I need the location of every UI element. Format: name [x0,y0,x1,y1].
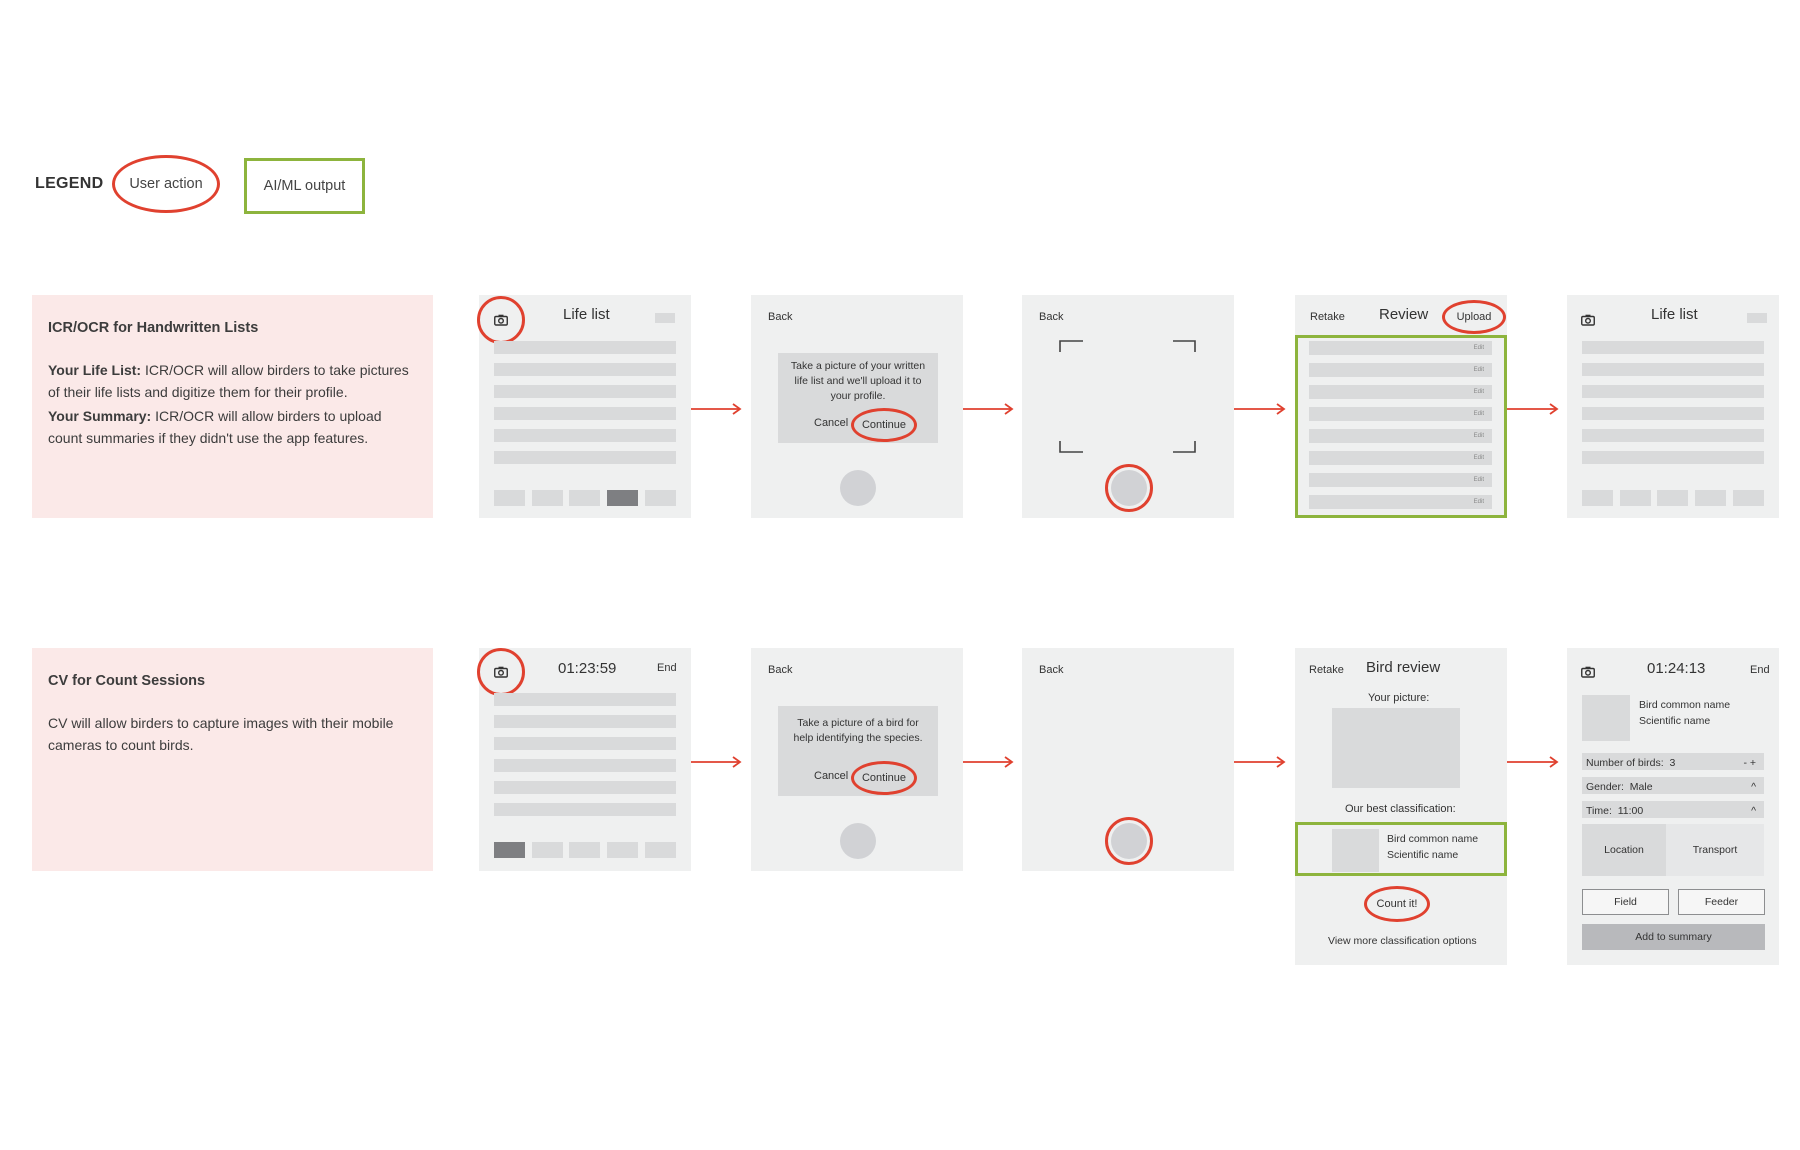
flow-arrows [691,403,1559,768]
flow-arrow [1507,756,1559,768]
flow-arrow [963,403,1014,415]
flow-arrow [691,403,742,415]
flow-arrow [1234,756,1286,768]
flow-arrow [691,756,742,768]
flow-arrow [1234,403,1286,415]
flow-arrow [1507,403,1559,415]
flow-arrow [963,756,1014,768]
